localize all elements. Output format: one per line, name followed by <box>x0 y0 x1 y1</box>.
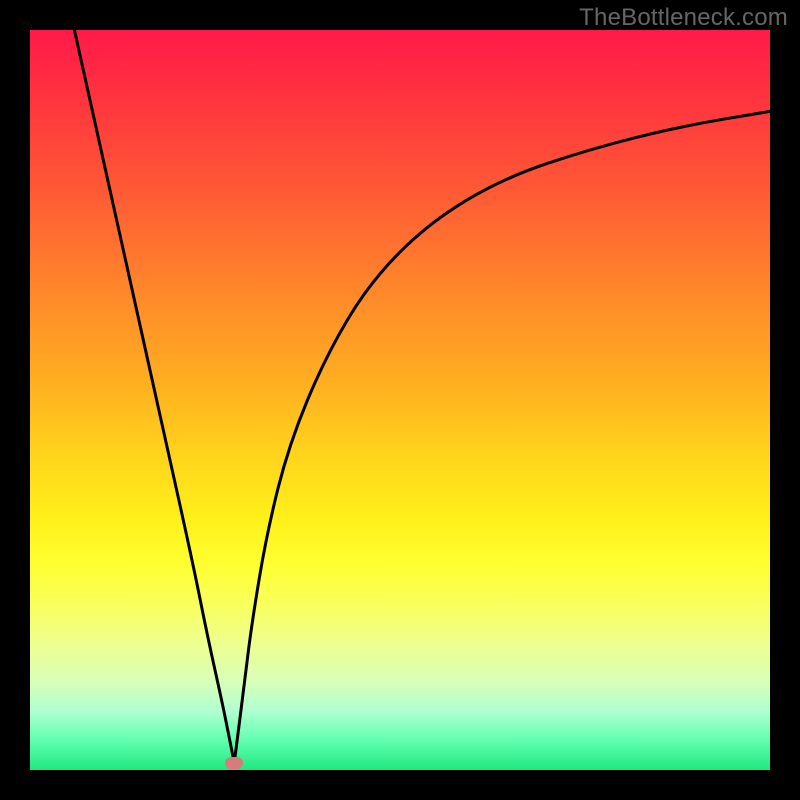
bottleneck-curve <box>74 30 770 763</box>
plot-area <box>30 30 770 770</box>
chart-frame: TheBottleneck.com <box>0 0 800 800</box>
watermark-text: TheBottleneck.com <box>579 4 788 32</box>
minimum-marker <box>225 757 243 769</box>
curve-svg <box>30 30 770 770</box>
